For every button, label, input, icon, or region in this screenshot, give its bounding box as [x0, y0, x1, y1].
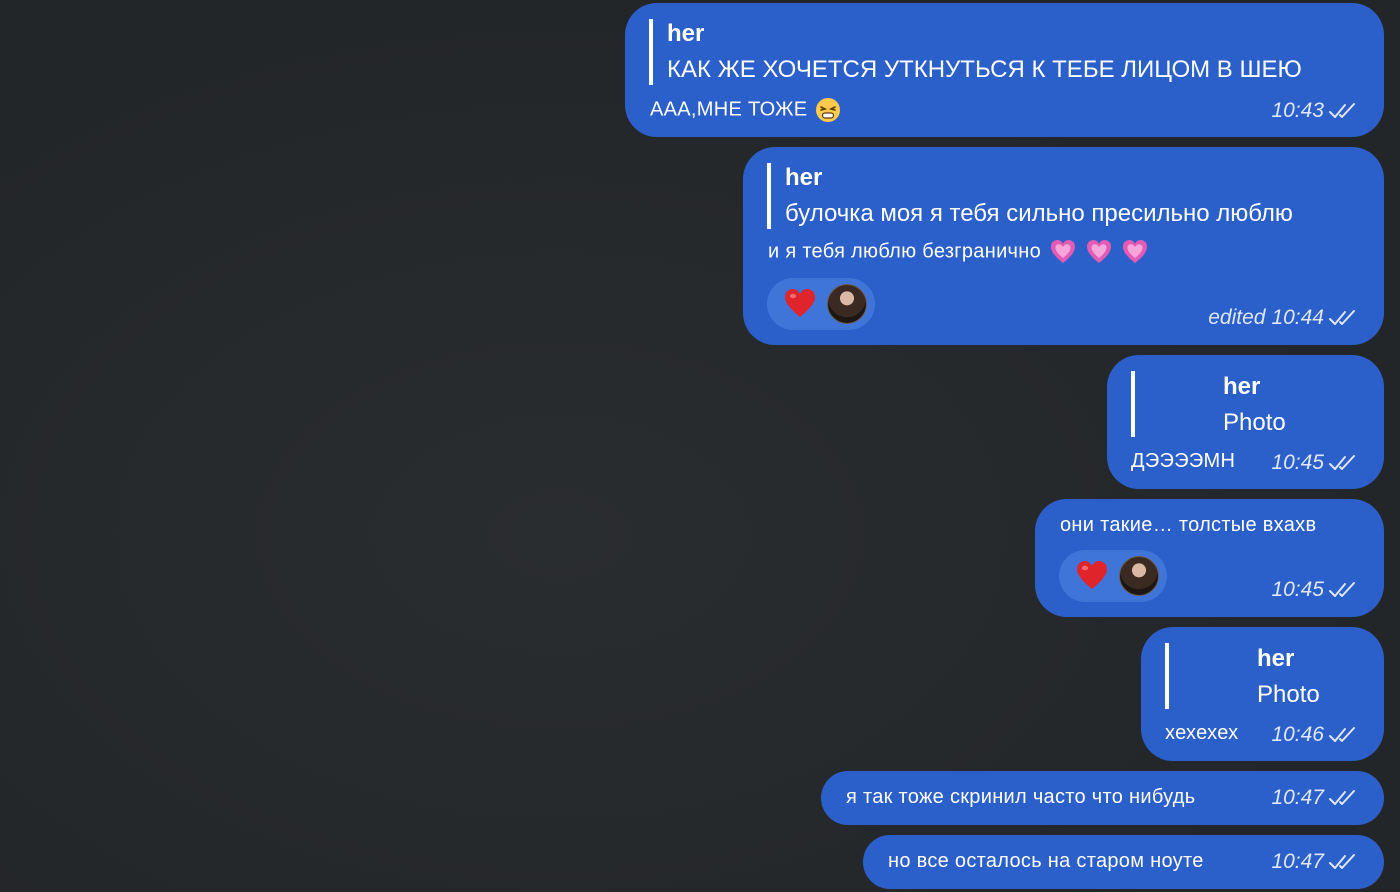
message-text-content: ААА,МНЕ ТОЖЕ: [650, 98, 808, 121]
message-meta: 10:43: [1271, 99, 1360, 123]
double-check-icon: [1328, 725, 1360, 745]
double-check-icon: [1328, 308, 1360, 328]
message-text: они такие… толстые вхахв: [1060, 514, 1317, 536]
red-heart-icon: [783, 287, 817, 321]
message-bubble[interactable]: her КАК ЖЕ ХОЧЕТСЯ УТКНУТЬСЯ К ТЕБЕ ЛИЦО…: [625, 3, 1384, 137]
message-text-content: и я тебя люблю безгранично: [768, 240, 1042, 263]
message-text: и я тебя люблю безгранично: [768, 238, 1149, 266]
reply-sender-name: her: [1223, 373, 1261, 400]
message-text: ААА,МНЕ ТОЖЕ: [650, 97, 841, 123]
reply-sender-name: her: [667, 20, 705, 47]
message-meta: 10:45: [1271, 451, 1360, 475]
message-time: 10:45: [1271, 451, 1324, 474]
double-check-icon: [1328, 580, 1360, 600]
reply-quote[interactable]: her Photo: [1131, 371, 1355, 437]
edited-label: edited: [1208, 306, 1266, 329]
reply-preview-text: КАК ЖЕ ХОЧЕТСЯ УТКНУТЬСЯ К ТЕБЕ ЛИЦОМ В …: [667, 56, 1302, 83]
message-bubble[interactable]: her Photo хехехех 10:46: [1141, 627, 1384, 761]
reply-quote[interactable]: her булочка моя я тебя сильно пресильно …: [767, 163, 1371, 229]
red-heart-icon: [1075, 559, 1109, 593]
message-meta: edited 10:44: [1208, 306, 1360, 330]
double-check-icon: [1328, 788, 1360, 808]
double-check-icon: [1328, 852, 1360, 872]
pink-heart-icon: [1121, 238, 1149, 266]
message-bubble[interactable]: her Photo ДЭЭЭЭМН 10:45: [1107, 355, 1384, 489]
message-bubble[interactable]: я так тоже скринил часто что нибудь 10:4…: [821, 771, 1384, 825]
message-text: ДЭЭЭЭМН: [1131, 450, 1236, 472]
reply-preview-text: булочка моя я тебя сильно пресильно любл…: [785, 200, 1293, 227]
message-meta: 10:47: [1271, 850, 1360, 874]
message-time: 10:44: [1271, 306, 1324, 329]
chat-view: her КАК ЖЕ ХОЧЕТСЯ УТКНУТЬСЯ К ТЕБЕ ЛИЦО…: [0, 0, 1400, 892]
message-text: я так тоже скринил часто что нибудь: [846, 786, 1196, 808]
double-check-icon: [1328, 101, 1360, 121]
message-bubble[interactable]: они такие… толстые вхахв 10:45: [1035, 499, 1384, 617]
message-time: 10:47: [1271, 850, 1324, 873]
reaction-pill[interactable]: [1059, 550, 1167, 602]
pink-heart-icon: [1085, 238, 1113, 266]
message-bubble[interactable]: her булочка моя я тебя сильно пресильно …: [743, 147, 1384, 345]
message-meta: 10:46: [1271, 723, 1360, 747]
message-time: 10:43: [1271, 99, 1324, 122]
reply-preview-text: Photo: [1257, 681, 1320, 708]
message-time: 10:45: [1271, 578, 1324, 601]
reply-quote[interactable]: her КАК ЖЕ ХОЧЕТСЯ УТКНУТЬСЯ К ТЕБЕ ЛИЦО…: [649, 19, 1353, 85]
pink-heart-icon: [1049, 238, 1077, 266]
reactor-avatar: [827, 284, 867, 324]
message-text: хехехех: [1165, 722, 1239, 744]
reaction-pill[interactable]: [767, 278, 875, 330]
message-bubble[interactable]: но все осталось на старом ноуте 10:47: [863, 835, 1384, 889]
message-meta: 10:45: [1271, 578, 1360, 602]
double-check-icon: [1328, 453, 1360, 473]
reactor-avatar: [1119, 556, 1159, 596]
reply-preview-text: Photo: [1223, 409, 1286, 436]
reply-quote[interactable]: her Photo: [1165, 643, 1369, 709]
message-text: но все осталось на старом ноуте: [888, 850, 1204, 872]
message-meta: 10:47: [1271, 786, 1360, 810]
reply-sender-name: her: [785, 164, 823, 191]
message-time: 10:46: [1271, 723, 1324, 746]
message-time: 10:47: [1271, 786, 1324, 809]
tired-face-emoji-icon: [816, 98, 841, 122]
reply-sender-name: her: [1257, 645, 1295, 672]
